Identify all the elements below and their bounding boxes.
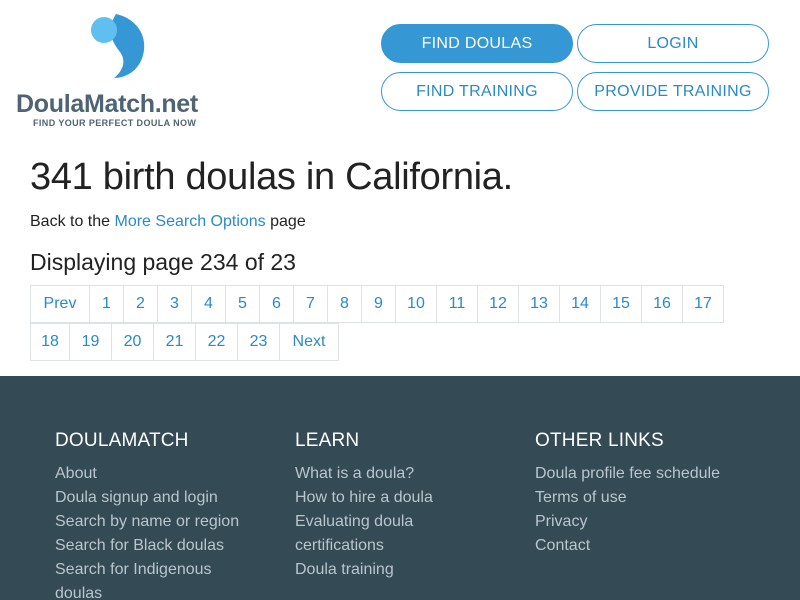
displaying-page-heading: Displaying page 234 of 23 bbox=[30, 249, 296, 275]
pagination-page[interactable]: 8 bbox=[327, 285, 362, 323]
pagination-page[interactable]: 23 bbox=[237, 323, 280, 361]
footer-link[interactable]: Doula profile fee schedule bbox=[535, 462, 720, 486]
footer-link[interactable]: How to hire a doula bbox=[295, 486, 433, 510]
pagination-page[interactable]: 22 bbox=[195, 323, 238, 361]
provide-training-button[interactable]: PROVIDE TRAINING bbox=[577, 72, 769, 111]
footer-link[interactable]: Search for Black doulas bbox=[55, 534, 239, 558]
footer-link[interactable]: What is a doula? bbox=[295, 462, 433, 486]
footer-heading: DOULAMATCH bbox=[55, 430, 189, 451]
pagination-page[interactable]: 1 bbox=[89, 285, 124, 323]
footer-heading: OTHER LINKS bbox=[535, 430, 664, 451]
pagination-page[interactable]: 3 bbox=[157, 285, 192, 323]
pagination-page[interactable]: 14 bbox=[559, 285, 601, 323]
pagination-page[interactable]: 12 bbox=[477, 285, 519, 323]
pagination-page[interactable]: 2 bbox=[123, 285, 158, 323]
find-training-button[interactable]: FIND TRAINING bbox=[381, 72, 573, 111]
pagination-next[interactable]: Next bbox=[279, 323, 339, 361]
footer-link[interactable]: Evaluating doula bbox=[295, 510, 433, 534]
drop-logo-icon bbox=[91, 14, 145, 78]
pagination-row-1: Prev 1 2 3 4 5 6 7 8 9 10 11 12 13 14 15… bbox=[30, 285, 770, 323]
find-doulas-button[interactable]: FIND DOULAS bbox=[381, 24, 573, 63]
footer-column-other-links: OTHER LINKS Doula profile fee schedule T… bbox=[535, 430, 720, 558]
footer-column-doulamatch: DOULAMATCH About Doula signup and login … bbox=[55, 430, 239, 600]
pagination-page[interactable]: 6 bbox=[259, 285, 294, 323]
pagination-page[interactable]: 13 bbox=[518, 285, 560, 323]
site-header: DoulaMatch.net FIND YOUR PERFECT DOULA N… bbox=[0, 0, 800, 140]
more-search-options-link[interactable]: More Search Options bbox=[115, 213, 266, 230]
logo-wordmark: DoulaMatch.net bbox=[16, 90, 198, 118]
pagination-page[interactable]: 20 bbox=[111, 323, 154, 361]
pagination-page[interactable]: 10 bbox=[395, 285, 437, 323]
pagination-row-2: 18 19 20 21 22 23 Next bbox=[30, 323, 770, 361]
footer-link[interactable]: Contact bbox=[535, 534, 720, 558]
pagination-page[interactable]: 16 bbox=[641, 285, 683, 323]
pagination-page[interactable]: 11 bbox=[436, 285, 478, 323]
footer-heading: LEARN bbox=[295, 430, 360, 451]
footer-link[interactable]: Doula training bbox=[295, 558, 433, 582]
pagination-page[interactable]: 5 bbox=[225, 285, 260, 323]
site-footer: DOULAMATCH About Doula signup and login … bbox=[0, 376, 800, 600]
footer-column-learn: LEARN What is a doula? How to hire a dou… bbox=[295, 430, 433, 582]
main-content: 341 birth doulas in California. Back to … bbox=[30, 150, 790, 276]
footer-link[interactable]: certifications bbox=[295, 534, 433, 558]
pagination-page[interactable]: 18 bbox=[30, 323, 70, 361]
pagination-prev[interactable]: Prev bbox=[30, 285, 90, 323]
pagination-page[interactable]: 15 bbox=[600, 285, 642, 323]
pagination-page[interactable]: 19 bbox=[69, 323, 112, 361]
footer-link[interactable]: Search for Indigenous bbox=[55, 558, 239, 582]
footer-link[interactable]: doulas bbox=[55, 582, 239, 600]
footer-link[interactable]: Search by name or region bbox=[55, 510, 239, 534]
footer-link[interactable]: Doula signup and login bbox=[55, 486, 239, 510]
footer-link[interactable]: About bbox=[55, 462, 239, 486]
pagination-page[interactable]: 9 bbox=[361, 285, 396, 323]
pagination-page[interactable]: 7 bbox=[293, 285, 328, 323]
footer-link[interactable]: Terms of use bbox=[535, 486, 720, 510]
pagination-page[interactable]: 21 bbox=[153, 323, 196, 361]
pagination-page[interactable]: 4 bbox=[191, 285, 226, 323]
pagination: Prev 1 2 3 4 5 6 7 8 9 10 11 12 13 14 15… bbox=[30, 285, 770, 361]
page-title: 341 birth doulas in California. bbox=[30, 156, 513, 198]
pagination-page[interactable]: 17 bbox=[682, 285, 724, 323]
login-button[interactable]: LOGIN bbox=[577, 24, 769, 63]
site-logo[interactable]: DoulaMatch.net FIND YOUR PERFECT DOULA N… bbox=[16, 12, 226, 132]
footer-link[interactable]: Privacy bbox=[535, 510, 720, 534]
back-line: Back to the More Search Options page bbox=[30, 213, 306, 230]
logo-tagline: FIND YOUR PERFECT DOULA NOW bbox=[33, 118, 197, 128]
